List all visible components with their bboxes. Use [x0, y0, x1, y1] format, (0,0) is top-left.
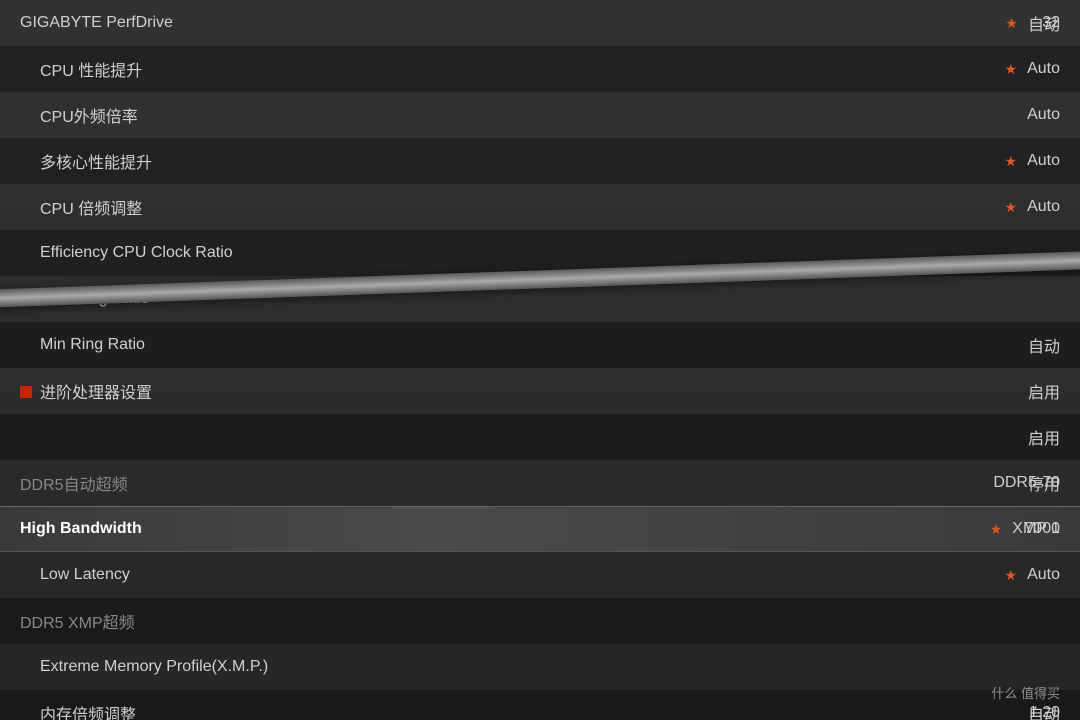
row-label-efficiency-cpu-clock: Efficiency CPU Clock Ratio: [20, 244, 380, 262]
row-label-multi-core-boost: 多核心性能提升: [20, 149, 380, 173]
star-icon: ★: [1005, 567, 1018, 584]
settings-row-min-ring-ratio[interactable]: Min Ring Ratio 自动: [0, 322, 1080, 368]
row-label-ddr5-auto-oc: DDR5自动超频: [20, 471, 380, 495]
row-value-row-qidong: 启用: [1028, 425, 1060, 449]
watermark: 什么 值得买: [991, 683, 1060, 702]
settings-table: GIGABYTE PerfDrive★自动32CPU 性能提升★AutoCPU外…: [0, 0, 1080, 720]
row-value-right-mem-ratio: 1.20: [1029, 704, 1060, 720]
row-value-low-latency: ★Auto: [1005, 566, 1060, 584]
settings-row-multi-core-boost[interactable]: 多核心性能提升 ★Auto: [0, 138, 1080, 184]
settings-row-mem-ratio[interactable]: 内存倍频调整自动1.20: [0, 690, 1080, 720]
red-square-icon: [20, 386, 32, 398]
row-label-gigabyte-perfdrive: GIGABYTE PerfDrive: [20, 14, 380, 32]
row-value-right-high-bandwidth: 7000: [1024, 520, 1060, 538]
settings-row-advanced-processor[interactable]: 进阶处理器设置 启用: [0, 368, 1080, 414]
settings-row-cpu-perf-boost[interactable]: CPU 性能提升 ★Auto: [0, 46, 1080, 92]
row-label-ddr5-xmp: DDR5 XMP超频: [20, 609, 380, 633]
settings-row-row-qidong[interactable]: 启用: [0, 414, 1080, 460]
settings-row-cpu-ratio-adjust[interactable]: CPU 倍频调整 ★Auto: [0, 184, 1080, 230]
settings-row-ddr5-xmp[interactable]: DDR5 XMP超频: [0, 598, 1080, 644]
star-icon: ★: [1005, 15, 1018, 32]
row-label-min-ring-ratio: Min Ring Ratio: [20, 336, 380, 354]
row-label-high-bandwidth: High Bandwidth: [20, 520, 380, 538]
row-label-extreme-memory: Extreme Memory Profile(X.M.P.): [20, 658, 380, 676]
row-value-advanced-processor: 启用: [1028, 379, 1060, 403]
bios-screen: GIGABYTE PerfDrive★自动32CPU 性能提升★AutoCPU外…: [0, 0, 1080, 720]
settings-row-low-latency[interactable]: Low Latency ★Auto: [0, 552, 1080, 598]
row-value-multi-core-boost: ★Auto: [1005, 152, 1060, 170]
row-label-cpu-perf-boost: CPU 性能提升: [20, 57, 380, 81]
row-value-cpu-ext-freq: Auto: [1027, 106, 1060, 124]
star-icon: ★: [1005, 61, 1018, 78]
settings-row-high-bandwidth[interactable]: High Bandwidth★XMP 17000: [0, 506, 1080, 552]
settings-row-cpu-ext-freq[interactable]: CPU外频倍率 Auto: [0, 92, 1080, 138]
row-value-right-gigabyte-perfdrive: 32: [1042, 14, 1060, 32]
row-value-cpu-ratio-adjust: ★Auto: [1005, 198, 1060, 216]
row-label-low-latency: Low Latency: [20, 566, 380, 584]
settings-row-ddr5-auto-oc[interactable]: DDR5自动超频停用DDR5-70: [0, 460, 1080, 506]
row-label-cpu-ext-freq: CPU外频倍率: [20, 103, 380, 127]
star-icon: ★: [990, 521, 1003, 538]
row-label-mem-ratio: 内存倍频调整: [20, 701, 380, 720]
star-icon: ★: [1005, 153, 1018, 170]
settings-row-extreme-memory[interactable]: Extreme Memory Profile(X.M.P.): [0, 644, 1080, 690]
row-value-min-ring-ratio: 自动: [1028, 333, 1060, 357]
settings-row-gigabyte-perfdrive[interactable]: GIGABYTE PerfDrive★自动32: [0, 0, 1080, 46]
row-value-right-ddr5-auto-oc: DDR5-70: [993, 474, 1060, 492]
row-label-cpu-ratio-adjust: CPU 倍频调整: [20, 195, 380, 219]
row-value-cpu-perf-boost: ★Auto: [1005, 60, 1060, 78]
row-label-advanced-processor: 进阶处理器设置: [20, 379, 380, 403]
star-icon: ★: [1005, 199, 1018, 216]
